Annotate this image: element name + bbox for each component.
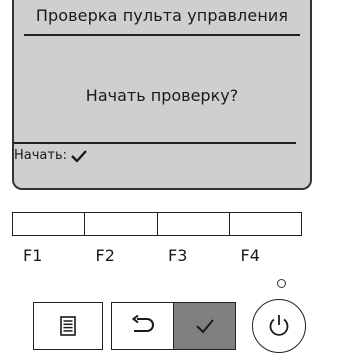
ok-button[interactable]	[173, 302, 236, 350]
f4-label: F4	[240, 246, 260, 265]
back-button[interactable]	[111, 302, 173, 350]
f2-label: F2	[95, 246, 115, 265]
confirm-hint: Начать:	[14, 148, 88, 163]
title-divider	[24, 34, 300, 36]
prompt-text: Начать проверку?	[85, 86, 239, 105]
bottom-divider	[14, 142, 296, 144]
f4-button[interactable]	[230, 213, 301, 235]
confirm-label: Начать:	[14, 148, 68, 163]
check-icon	[71, 149, 87, 162]
screen-title: Проверка пульта управления	[35, 6, 289, 25]
menu-button[interactable]	[33, 302, 103, 350]
f3-button[interactable]	[158, 213, 230, 235]
lcd-screen: Проверка пульта управления Начать провер…	[12, 0, 312, 190]
power-icon	[269, 315, 289, 336]
menu-list-icon	[60, 316, 76, 336]
function-key-strip	[12, 212, 302, 236]
power-button[interactable]	[252, 299, 306, 353]
f3-label: F3	[168, 246, 188, 265]
f2-button[interactable]	[85, 213, 158, 235]
f1-label: F1	[23, 246, 43, 265]
function-key-labels: F1 F2 F3 F4	[12, 246, 302, 265]
f1-button[interactable]	[13, 213, 86, 235]
check-icon	[195, 319, 214, 334]
return-arrow-icon	[131, 315, 154, 332]
status-led	[277, 279, 286, 288]
